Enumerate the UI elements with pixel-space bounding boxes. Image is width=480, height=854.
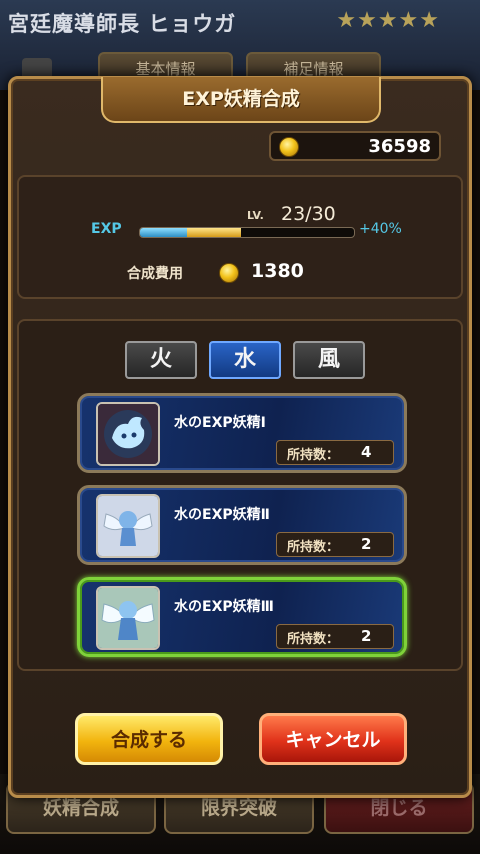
tab-fire[interactable]: 火 (125, 341, 197, 379)
tab-water[interactable]: 水 (209, 341, 281, 379)
fairy-name: 水のEXP妖精Ⅰ (174, 415, 266, 431)
tab-wind[interactable]: 風 (293, 341, 365, 379)
exp-label: EXP (91, 221, 122, 237)
exp-preview-fill (187, 228, 241, 237)
owned-count-box: 所持数： 4 (276, 440, 394, 465)
owned-count-label: 所持数： (287, 540, 340, 555)
gold-display: 36598 (269, 131, 441, 161)
fusion-cost-value: 1380 (251, 260, 304, 282)
fusion-cost-label: 合成費用 (127, 266, 183, 282)
cancel-button[interactable]: キャンセル (259, 713, 407, 765)
owned-count-value: 2 (361, 535, 372, 553)
water-fairy-2-portrait (96, 494, 160, 558)
fuse-button[interactable]: 合成する (75, 713, 223, 765)
water-fairy-1-portrait (96, 402, 160, 466)
gold-coin-icon (279, 137, 299, 157)
gold-coin-icon (219, 263, 239, 283)
rarity-stars: ★★★★★ (336, 8, 440, 33)
fairy-name: 水のEXP妖精Ⅱ (174, 507, 270, 523)
fairy-name: 水のEXP妖精Ⅲ (174, 599, 274, 615)
level-value: 23/30 (281, 203, 336, 225)
fairy-list-panel: 火 水 風 水のEXP妖精Ⅰ 所持数： 4 水のEXP妖精Ⅱ 所持数： 2 水の… (17, 319, 463, 671)
owned-count-label: 所持数： (287, 632, 340, 647)
owned-count-box: 所持数： 2 (276, 624, 394, 649)
owned-count-label: 所持数： (287, 448, 340, 463)
exp-bonus: +40% (359, 221, 402, 237)
fairy-card-2[interactable]: 水のEXP妖精Ⅱ 所持数： 2 (77, 485, 407, 565)
level-label: LV. (247, 209, 264, 222)
gold-amount: 36598 (368, 136, 431, 157)
fairy-card-1[interactable]: 水のEXP妖精Ⅰ 所持数： 4 (77, 393, 407, 473)
owned-count-value: 2 (361, 627, 372, 645)
exp-panel: EXP LV. 23/30 +40% 合成費用 1380 (17, 175, 463, 299)
owned-count-value: 4 (361, 443, 372, 461)
water-fairy-3-portrait (96, 586, 160, 650)
dialog-title: EXP妖精合成 (101, 77, 381, 123)
character-title: 宮廷魔導師長 ヒョウガ (8, 12, 237, 36)
exp-fairy-fusion-dialog: EXP妖精合成 36598 EXP LV. 23/30 +40% 合成費用 13… (8, 76, 472, 798)
exp-current-fill (140, 228, 188, 237)
exp-progress-bar (139, 227, 355, 238)
owned-count-box: 所持数： 2 (276, 532, 394, 557)
fairy-card-3[interactable]: 水のEXP妖精Ⅲ 所持数： 2 (77, 577, 407, 657)
